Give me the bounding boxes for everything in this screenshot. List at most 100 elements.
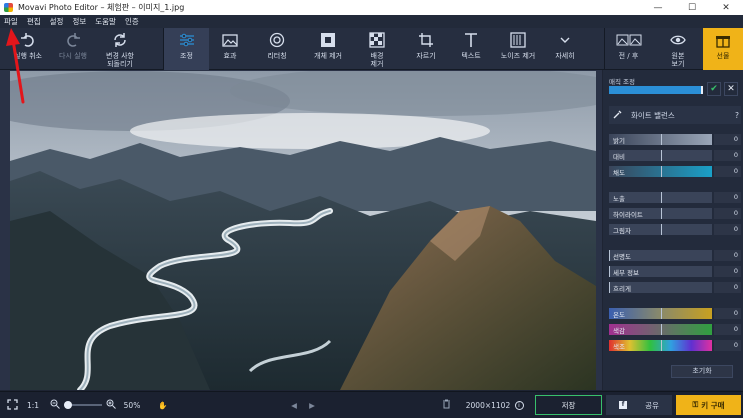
- share-button[interactable]: f 공유: [606, 395, 672, 415]
- zoom-out-button[interactable]: [48, 392, 62, 418]
- zoom-slider[interactable]: [64, 392, 102, 418]
- saturation-row[interactable]: 채도 0: [609, 166, 741, 177]
- cart-icon: ⚿: [692, 400, 699, 409]
- tab-adjust-label: 조정: [180, 52, 193, 60]
- view-original-label: 원본 보기: [671, 52, 685, 68]
- info-icon[interactable]: i: [514, 392, 524, 418]
- canvas-area: [0, 70, 602, 390]
- brightness-slider[interactable]: 밝기: [609, 134, 712, 145]
- sharpness-value[interactable]: 0: [714, 250, 741, 261]
- eye-icon: [670, 28, 686, 52]
- menu-info[interactable]: 정보: [72, 16, 86, 27]
- menu-settings[interactable]: 설정: [50, 16, 64, 27]
- apply-button[interactable]: ✔: [707, 82, 721, 96]
- blur-slider[interactable]: 흐리게: [609, 282, 712, 293]
- tab-object-removal-label: 개체 제거: [314, 52, 342, 60]
- zoom-in-button[interactable]: [104, 392, 118, 418]
- temperature-row[interactable]: 온도 0: [609, 308, 741, 319]
- exposure-row[interactable]: 노출 0: [609, 192, 741, 203]
- zoom-slider-handle[interactable]: [64, 401, 72, 409]
- shadows-slider[interactable]: 그림자: [609, 224, 712, 235]
- saturation-slider[interactable]: 채도: [609, 166, 712, 177]
- maximize-button[interactable]: ☐: [675, 3, 709, 13]
- blur-row[interactable]: 흐리게 0: [609, 282, 741, 293]
- highlights-slider[interactable]: 하이라이트: [609, 208, 712, 219]
- contrast-slider[interactable]: 대비: [609, 150, 712, 161]
- previous-image-button[interactable]: ◀: [288, 392, 300, 418]
- noise-removal-icon: [510, 28, 526, 52]
- tab-crop[interactable]: 자르기: [406, 28, 446, 70]
- trash-icon: [442, 399, 451, 411]
- share-label: 공유: [645, 400, 659, 410]
- pan-tool-button[interactable]: ✋: [156, 392, 170, 418]
- brightness-row[interactable]: 밝기 0: [609, 134, 741, 145]
- contrast-value[interactable]: 0: [714, 150, 741, 161]
- actual-size-button[interactable]: 1:1: [24, 392, 42, 418]
- shadows-value[interactable]: 0: [714, 224, 741, 235]
- tab-noise-removal[interactable]: 노이즈 제거: [496, 28, 540, 70]
- tab-text[interactable]: 텍스트: [452, 28, 490, 70]
- tint-slider[interactable]: 색감: [609, 324, 712, 335]
- menu-help[interactable]: 도움말: [95, 16, 116, 27]
- photo-landscape[interactable]: [10, 71, 596, 390]
- hue-row[interactable]: 색조 0: [609, 340, 741, 351]
- exposure-slider[interactable]: 노출: [609, 192, 712, 203]
- blur-value[interactable]: 0: [714, 282, 741, 293]
- tab-retouch[interactable]: 리터칭: [256, 28, 298, 70]
- undo-icon: [20, 28, 36, 52]
- menu-edit[interactable]: 편집: [27, 16, 41, 27]
- more-tools-label: 자세히: [555, 52, 575, 60]
- next-image-button[interactable]: ▶: [306, 392, 318, 418]
- tab-effects[interactable]: 효과: [210, 28, 250, 70]
- redo-button[interactable]: 다시 실행: [52, 28, 94, 70]
- tint-row[interactable]: 색감 0: [609, 324, 741, 335]
- magic-adjust-slider[interactable]: [609, 86, 703, 94]
- tab-adjust[interactable]: 조정: [163, 28, 209, 70]
- hue-slider[interactable]: 색조: [609, 340, 712, 351]
- white-balance-button[interactable]: 화이트 밸런스 ?: [609, 106, 741, 124]
- close-window-button[interactable]: ✕: [709, 3, 743, 13]
- minimize-button[interactable]: —: [641, 3, 675, 13]
- check-icon: ✔: [710, 84, 718, 94]
- tab-noise-removal-label: 노이즈 제거: [500, 52, 536, 60]
- gift-button[interactable]: 선물: [703, 28, 743, 70]
- sharpness-row[interactable]: 선명도 0: [609, 250, 741, 261]
- before-after-button[interactable]: 전 / 후: [604, 28, 652, 70]
- revert-changes-button[interactable]: 변경 사항 되돌리기: [98, 28, 142, 70]
- sharpness-slider[interactable]: 선명도: [609, 250, 712, 261]
- background-removal-icon: [369, 28, 385, 52]
- tint-value[interactable]: 0: [714, 324, 741, 335]
- delete-button[interactable]: [440, 392, 452, 418]
- highlights-row[interactable]: 하이라이트 0: [609, 208, 741, 219]
- magic-adjust-label: 매직 조정: [609, 78, 635, 86]
- menu-file[interactable]: 파일: [4, 16, 18, 27]
- tab-background-removal[interactable]: 배경 제거: [358, 28, 396, 70]
- before-after-label: 전 / 후: [618, 52, 639, 60]
- view-original-button[interactable]: 원본 보기: [656, 28, 700, 70]
- contrast-row[interactable]: 대비 0: [609, 150, 741, 161]
- exposure-value[interactable]: 0: [714, 192, 741, 203]
- saturation-value[interactable]: 0: [714, 166, 741, 177]
- cancel-button[interactable]: ✕: [724, 82, 738, 96]
- tab-object-removal[interactable]: 개체 제거: [308, 28, 348, 70]
- highlights-value[interactable]: 0: [714, 208, 741, 219]
- shadows-row[interactable]: 그림자 0: [609, 224, 741, 235]
- undo-button[interactable]: 실행 취소: [6, 28, 50, 70]
- white-balance-label: 화이트 밸런스: [631, 110, 675, 120]
- fit-screen-button[interactable]: [4, 392, 20, 418]
- more-tools-button[interactable]: 자세히: [546, 28, 584, 70]
- temperature-value[interactable]: 0: [714, 308, 741, 319]
- detail-row[interactable]: 세부 정보 0: [609, 266, 741, 277]
- temperature-slider[interactable]: 온도: [609, 308, 712, 319]
- reset-button[interactable]: 초기화: [671, 365, 733, 378]
- detail-slider[interactable]: 세부 정보: [609, 266, 712, 277]
- help-icon[interactable]: ?: [735, 111, 739, 120]
- brightness-value[interactable]: 0: [714, 134, 741, 145]
- hue-value[interactable]: 0: [714, 340, 741, 351]
- detail-value[interactable]: 0: [714, 266, 741, 277]
- retouch-icon: [269, 28, 285, 52]
- save-button[interactable]: 저장: [535, 395, 602, 415]
- buy-key-button[interactable]: ⚿ 키 구매: [676, 395, 741, 415]
- facebook-icon: f: [619, 401, 628, 409]
- menu-activate[interactable]: 인증: [125, 16, 139, 27]
